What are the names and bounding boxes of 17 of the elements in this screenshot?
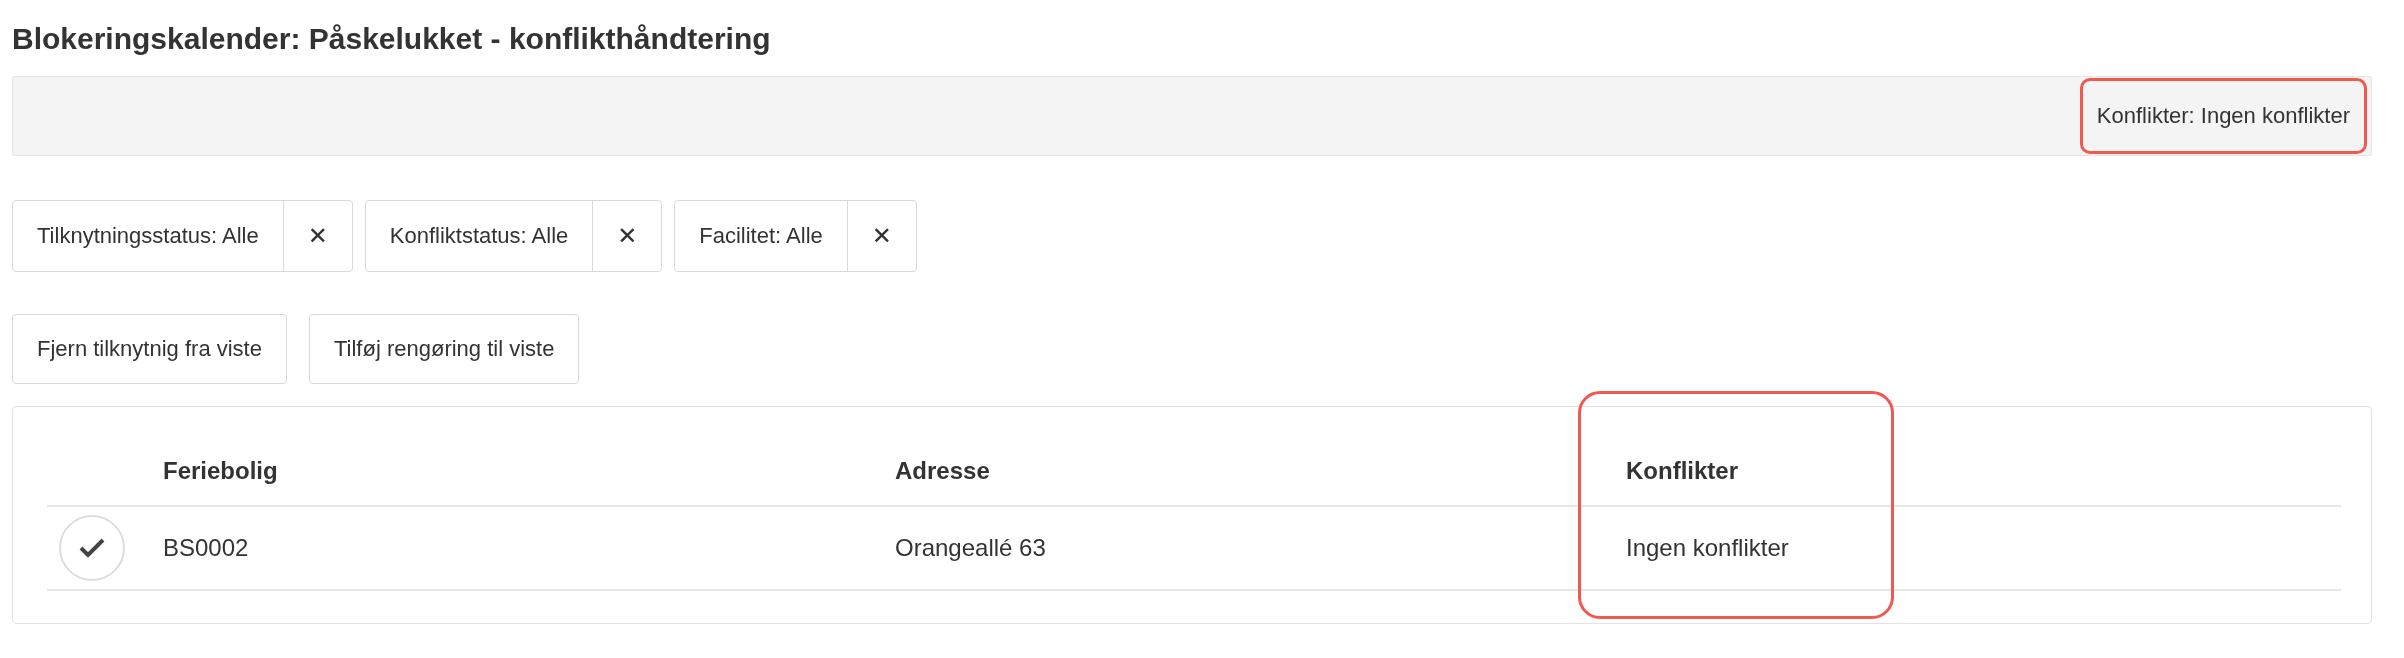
remove-filter-button[interactable]: ✕ xyxy=(283,201,352,271)
column-header: Adresse xyxy=(895,457,990,485)
table-cell: Orangeallé 63 xyxy=(895,534,1046,562)
filter-label: Konfliktstatus: Alle xyxy=(365,201,594,271)
action-button[interactable]: Fjern tilknytnig fra viste xyxy=(12,314,287,384)
column-header: Feriebolig xyxy=(163,457,278,485)
remove-filter-button[interactable]: ✕ xyxy=(847,201,916,271)
column-header: Konflikter xyxy=(1626,457,1738,485)
remove-filter-button[interactable]: ✕ xyxy=(593,201,662,271)
conflict-summary: Konflikter: Ingen konflikter xyxy=(2079,78,2367,154)
page-title: Blokeringskalender: Påskelukket - konflikthåndtering xyxy=(12,21,772,57)
table-cell: BS0002 xyxy=(163,534,249,562)
filter-label: Facilitet: Alle xyxy=(675,201,848,271)
filter-label: Tilknytningsstatus: Alle xyxy=(13,201,284,271)
action-button[interactable]: Tilføj rengøring til viste xyxy=(308,314,580,384)
check-icon xyxy=(79,538,105,558)
table-cell: Ingen konflikter xyxy=(1626,534,1789,562)
